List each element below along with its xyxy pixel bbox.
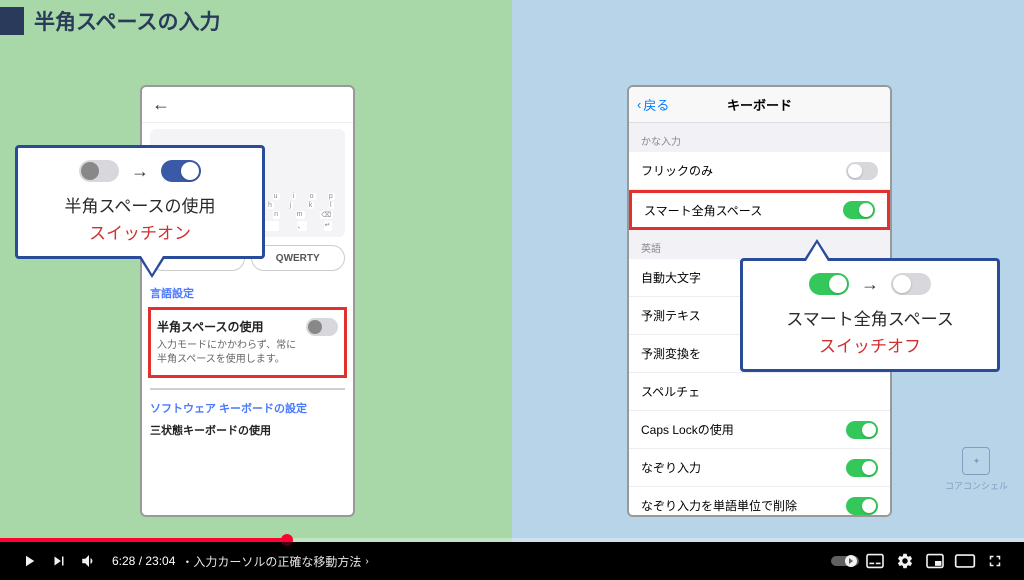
divider bbox=[150, 388, 345, 390]
callout-label: スマート全角スペース bbox=[759, 305, 981, 330]
callout-label: 半角スペースの使用 bbox=[34, 192, 246, 217]
theater-button[interactable] bbox=[950, 546, 980, 576]
capslock-row[interactable]: Caps Lockの使用 bbox=[629, 411, 890, 449]
settings-button[interactable] bbox=[890, 546, 920, 576]
callout-action: スイッチオン bbox=[34, 219, 246, 244]
play-button[interactable] bbox=[14, 546, 44, 576]
nazori-word-row[interactable]: なぞり入力を単語単位で削除 bbox=[629, 487, 890, 517]
title-bar: 半角スペースの入力 bbox=[0, 6, 220, 36]
toggle-before-icon bbox=[79, 160, 119, 182]
ios-nav-title: キーボード bbox=[727, 95, 792, 114]
setting-title: 半角スペースの使用 bbox=[157, 318, 300, 335]
bubble-tail-icon bbox=[803, 239, 831, 261]
autoplay-toggle[interactable] bbox=[830, 546, 860, 576]
toggle-after-icon bbox=[891, 273, 931, 295]
flick-only-row[interactable]: フリックのみ bbox=[629, 152, 890, 190]
smart-space-toggle[interactable] bbox=[843, 201, 875, 219]
back-arrow-icon[interactable]: ← bbox=[152, 94, 170, 115]
callout-switch-off: → スマート全角スペース スイッチオフ bbox=[740, 258, 1000, 372]
toggle[interactable] bbox=[846, 459, 878, 477]
callout-switch-on: → 半角スペースの使用 スイッチオン bbox=[15, 145, 265, 259]
toggle[interactable] bbox=[846, 421, 878, 439]
toggle-after-icon bbox=[161, 160, 201, 182]
row-label: スペルチェ bbox=[641, 383, 878, 400]
section-software-kb: ソフトウェア キーボードの設定 bbox=[150, 400, 345, 416]
setting2-title: 三状態キーボードの使用 bbox=[150, 422, 345, 438]
captions-button[interactable] bbox=[860, 546, 890, 576]
tristate-setting[interactable]: 三状態キーボードの使用 bbox=[150, 422, 345, 442]
ios-nav-header: ‹ 戻る キーボード bbox=[629, 87, 890, 123]
watermark-text: コアコンシェル bbox=[945, 479, 1008, 492]
watermark: ✦ コアコンシェル bbox=[945, 447, 1008, 492]
bubble-tail-icon bbox=[138, 256, 166, 278]
chapter-title[interactable]: ・入力カーソルの正確な移動方法 bbox=[181, 553, 361, 570]
section-english: 英語 bbox=[629, 230, 890, 259]
arrow-right-icon: → bbox=[131, 161, 149, 182]
row-label: なぞり入力を単語単位で削除 bbox=[641, 497, 846, 514]
time-display: 6:28 / 23:04 bbox=[112, 554, 175, 568]
title-marker bbox=[0, 7, 24, 35]
video-content: 半角スペースの入力 ← qwertyuiop asdfghjkl zxcvbnm… bbox=[0, 0, 1024, 542]
row-label: フリックのみ bbox=[641, 162, 846, 179]
spellcheck-row[interactable]: スペルチェ bbox=[629, 373, 890, 411]
half-width-space-setting[interactable]: 半角スペースの使用 入力モードにかかわらず、常に半角スペースを使用します。 bbox=[148, 307, 347, 378]
arrow-right-icon: → bbox=[861, 274, 879, 295]
watermark-icon: ✦ bbox=[962, 447, 990, 475]
row-label: スマート全角スペース bbox=[644, 202, 843, 219]
row-label: Caps Lockの使用 bbox=[641, 421, 846, 438]
page-title: 半角スペースの入力 bbox=[34, 6, 220, 36]
video-controls: 6:28 / 23:04 ・入力カーソルの正確な移動方法 › bbox=[0, 542, 1024, 580]
chevron-left-icon: ‹ bbox=[637, 97, 641, 112]
callout-action: スイッチオフ bbox=[759, 332, 981, 357]
toggle[interactable] bbox=[846, 497, 878, 515]
fullscreen-button[interactable] bbox=[980, 546, 1010, 576]
smart-space-row[interactable]: スマート全角スペース bbox=[629, 190, 890, 230]
left-panel: 半角スペースの入力 ← qwertyuiop asdfghjkl zxcvbnm… bbox=[0, 0, 512, 542]
volume-button[interactable] bbox=[74, 546, 104, 576]
nazori-row[interactable]: なぞり入力 bbox=[629, 449, 890, 487]
section-language: 言語設定 bbox=[150, 285, 345, 301]
setting-desc: 入力モードにかかわらず、常に半角スペースを使用します。 bbox=[157, 339, 300, 367]
next-button[interactable] bbox=[44, 546, 74, 576]
phone-header: ← bbox=[142, 87, 353, 123]
right-panel: ‹ 戻る キーボード かな入力 フリックのみ スマート全角スペース 英語 bbox=[512, 0, 1024, 542]
toggle-before-icon bbox=[809, 273, 849, 295]
chevron-right-icon: › bbox=[365, 556, 368, 567]
miniplayer-button[interactable] bbox=[920, 546, 950, 576]
back-label: 戻る bbox=[643, 95, 669, 114]
section-kana: かな入力 bbox=[629, 123, 890, 152]
half-width-toggle[interactable] bbox=[306, 318, 338, 336]
flick-toggle[interactable] bbox=[846, 162, 878, 180]
ios-back-button[interactable]: ‹ 戻る bbox=[637, 95, 669, 114]
row-label: なぞり入力 bbox=[641, 459, 846, 476]
